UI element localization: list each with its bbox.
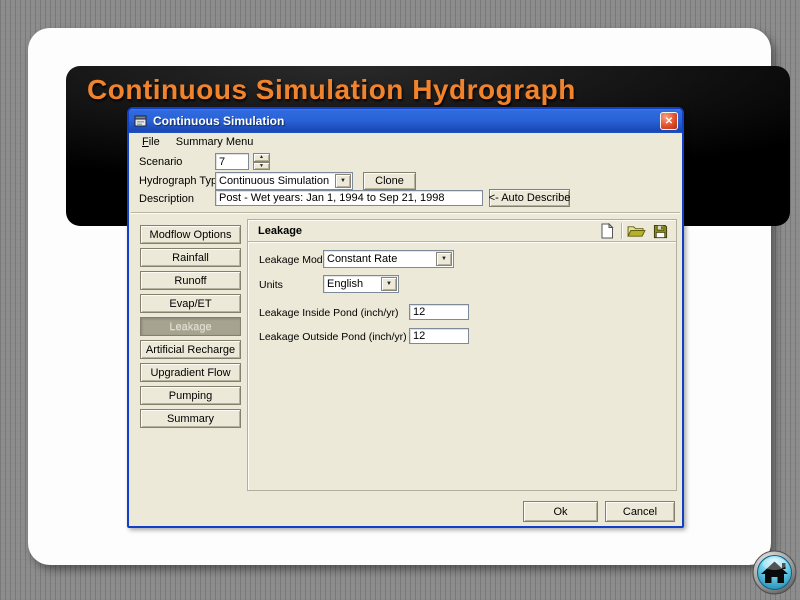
home-button[interactable] [752,550,797,595]
page-title: Continuous Simulation Hydrograph [87,74,576,106]
scenario-spinner[interactable]: ▲ ▼ [253,153,270,170]
sidebar-item-rainfall[interactable]: Rainfall [140,248,241,267]
window-icon [134,114,148,128]
clone-button[interactable]: Clone [363,172,416,190]
hydrograph-type-select[interactable]: Continuous Simulation ▼ [215,172,353,190]
dialog-titlebar[interactable]: Continuous Simulation ✕ [129,109,682,133]
spinner-down-icon[interactable]: ▼ [253,162,270,171]
toolbar-divider [621,223,622,239]
outside-pond-input[interactable] [409,328,469,344]
scenario-input[interactable] [215,153,249,170]
chevron-down-icon[interactable]: ▼ [381,277,397,291]
sidebar-item-modflow-options[interactable]: Modflow Options [140,225,241,244]
ok-button[interactable]: Ok [523,501,598,522]
open-file-icon [627,224,646,239]
new-file-button[interactable] [597,222,617,240]
menu-file[interactable]: File [135,134,167,150]
panel-toolbar [597,222,670,240]
sidebar-item-pumping[interactable]: Pumping [140,386,241,405]
auto-describe-button[interactable]: <- Auto Describe [489,189,570,207]
continuous-simulation-dialog: Continuous Simulation ✕ File Summary Men… [127,107,684,528]
form-separator [131,212,680,214]
leakage-model-label: Leakage Model [259,254,331,266]
description-input[interactable] [215,190,483,206]
outside-pond-label: Leakage Outside Pond (inch/yr) [259,331,407,343]
sidebar-item-upgradient-flow[interactable]: Upgradient Flow [140,363,241,382]
leakage-panel: Leakage [247,219,677,491]
menu-bar: File Summary Menu [129,133,682,151]
close-button[interactable]: ✕ [660,112,678,130]
chevron-down-icon[interactable]: ▼ [436,252,452,266]
panel-title: Leakage [248,225,302,237]
save-button[interactable] [650,222,670,240]
sidebar-item-artificial-recharge[interactable]: Artificial Recharge [140,340,241,359]
menu-summary-menu[interactable]: Summary Menu [169,134,261,150]
sidebar-item-summary[interactable]: Summary [140,409,241,428]
leakage-model-select[interactable]: Constant Rate ▼ [323,250,454,268]
new-file-icon [600,223,614,239]
description-label: Description [139,193,194,205]
save-file-icon [653,224,668,239]
scenario-label: Scenario [139,156,182,168]
dialog-title: Continuous Simulation [153,114,660,128]
sidebar-item-evap-et[interactable]: Evap/ET [140,294,241,313]
units-label: Units [259,279,283,291]
inside-pond-input[interactable] [409,304,469,320]
inside-pond-label: Leakage Inside Pond (inch/yr) [259,307,399,319]
open-file-button[interactable] [626,222,646,240]
leakage-panel-header: Leakage [248,220,676,242]
spinner-up-icon[interactable]: ▲ [253,153,270,162]
sidebar-item-leakage[interactable]: Leakage [140,317,241,336]
hydrograph-type-label: Hydrograph Type [139,175,223,187]
close-icon: ✕ [665,116,673,127]
units-select[interactable]: English ▼ [323,275,399,293]
cancel-button[interactable]: Cancel [605,501,675,522]
chevron-down-icon[interactable]: ▼ [335,174,351,188]
sidebar-item-runoff[interactable]: Runoff [140,271,241,290]
